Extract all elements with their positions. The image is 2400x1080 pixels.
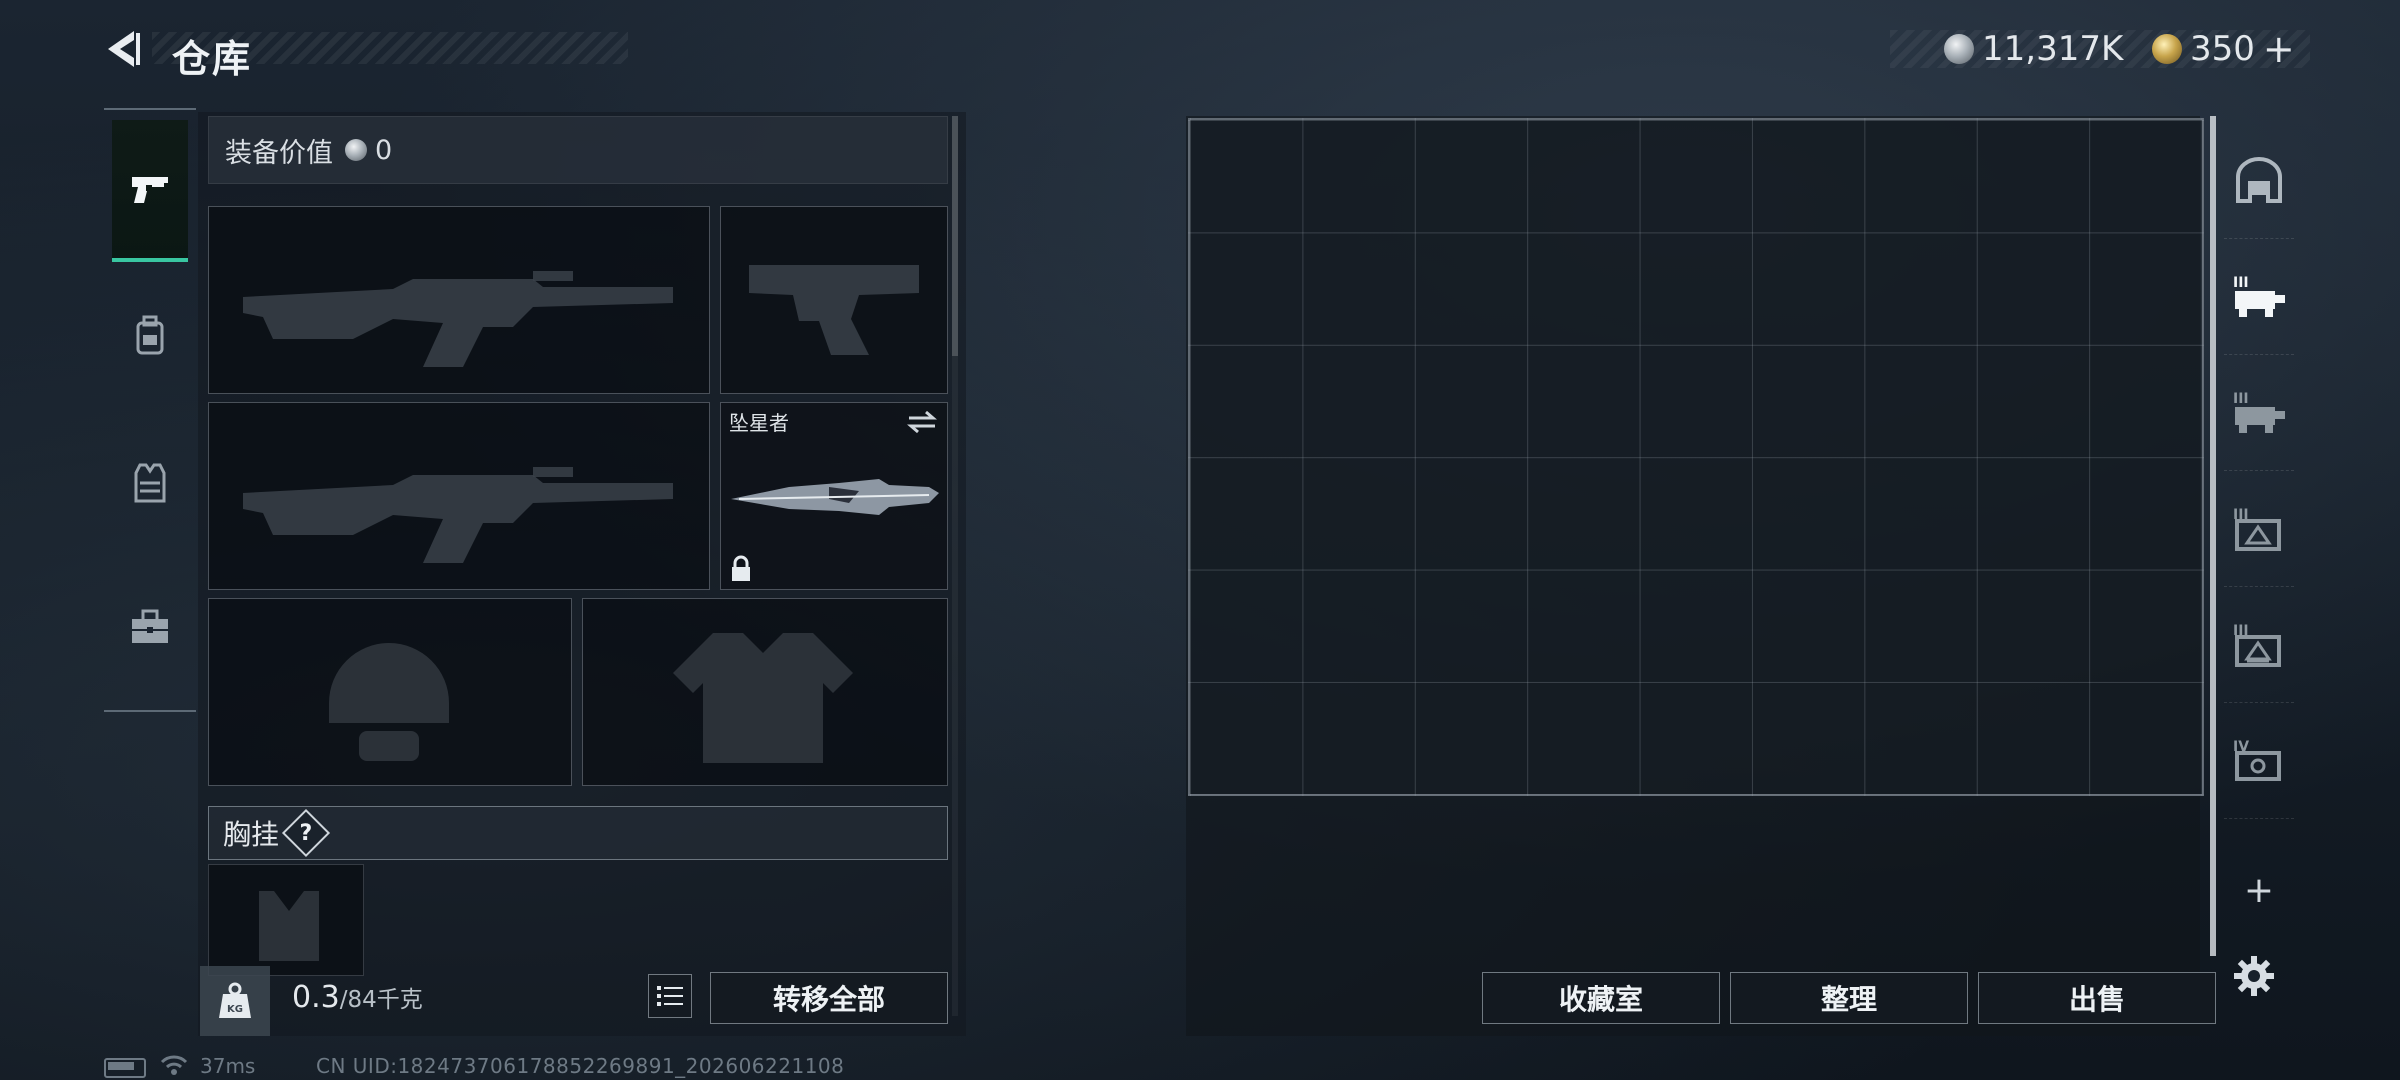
rifle-silhouette-icon [243,271,673,367]
storage-tab-tier4[interactable]: IV [2224,702,2294,819]
status-strip: 37ms CN UID:182473706178852269891_202606… [104,1052,1004,1080]
silver-coin-icon [345,139,367,161]
lock-icon [732,555,750,581]
body-armor-slot[interactable] [582,598,948,786]
gear-icon [2234,956,2274,996]
category-toolbox-tab[interactable] [112,558,188,696]
storage-tier3-a-icon: III [2233,275,2285,317]
add-gold-button[interactable]: + [2263,27,2295,71]
back-button[interactable] [96,26,152,72]
storage-tier4-icon: IV [2233,739,2281,781]
collection-room-button[interactable]: 收藏室 [1482,972,1720,1024]
silver-currency-value: 11,317K [1982,29,2124,69]
storage-tier3-b-icon: III [2233,391,2285,433]
primary-weapon-slot-2[interactable] [208,402,710,590]
category-backpack-tab[interactable] [112,268,188,406]
weight-icon: KG [219,982,251,1018]
storage-tier3-c-icon: III [2233,507,2281,551]
storage-grid[interactable] [1188,118,2204,796]
ping-text: 37ms [200,1054,256,1078]
category-weapons-tab[interactable] [112,120,188,262]
melee-slot[interactable]: 坠星者 [720,402,948,590]
storage-area: 收藏室 整理 出售 [1186,116,2216,1036]
transfer-all-button[interactable]: 转移全部 [710,972,948,1024]
chest-rig-header: 胸挂 ? [208,806,948,860]
silver-currency: 11,317K [1944,29,2124,69]
knife-icon [731,479,939,515]
primary-weapon-slot-1[interactable] [208,206,710,394]
chest-rig-silhouette-icon [259,891,319,961]
battery-icon [104,1058,146,1078]
helmet-silhouette-icon [329,643,449,761]
weight-icon-box: KG [200,966,270,1036]
pistol-silhouette-icon [749,265,919,355]
svg-text:KG: KG [227,1004,243,1015]
carry-weight: 0.3/84千克 [292,980,423,1015]
category-nav [104,108,196,712]
toolbox-icon [132,609,168,643]
chest-rig-slot[interactable] [208,864,364,976]
equipment-bottom-bar: KG 0.3/84千克 转移全部 [198,962,966,1036]
rifle-silhouette-icon [243,467,673,563]
equipment-panel: 装备价值 0 坠星者 胸挂 ? KG 0.3/84千克 转移全部 [198,112,966,1036]
category-vest-tab[interactable] [112,414,188,552]
carry-weight-current: 0.3 [292,980,340,1015]
storage-tier3-d-icon: III [2233,623,2281,667]
nav-divider-bottom [104,710,196,712]
equipment-value-bar: 装备价值 0 [208,116,948,184]
storage-room-icon [2236,157,2282,203]
list-view-button[interactable] [648,974,692,1018]
list-icon [657,986,683,1006]
storage-tabs: III III III III IV + [2210,116,2294,956]
armor-silhouette-icon [673,633,853,763]
equipment-value: 0 [375,134,393,166]
storage-tab-tier3-c[interactable]: III [2224,470,2294,587]
pistol-icon [132,177,168,203]
sidearm-slot[interactable] [720,206,948,394]
uid-text: CN UID:182473706178852269891_20260622110… [316,1054,845,1078]
storage-tabs-indicator [2210,116,2216,956]
title-bar: 仓库 [96,24,628,81]
wifi-icon [160,1055,188,1075]
helmet-slot[interactable] [208,598,572,786]
silver-coin-icon [1944,34,1974,64]
add-storage-tab-button[interactable]: + [2224,862,2294,918]
nav-divider-top [104,108,196,110]
gold-coin-icon [2152,34,2182,64]
svg-text:III: III [2233,275,2249,291]
organize-button[interactable]: 整理 [1730,972,1968,1024]
chest-rig-help-button[interactable]: ? [281,808,331,858]
storage-tab-tier3-b[interactable]: III [2224,354,2294,471]
carry-weight-max: /84千克 [339,987,423,1013]
back-arrow-icon [108,31,140,67]
settings-button[interactable] [2222,948,2286,1004]
melee-item-name: 坠星者 [729,411,789,435]
swap-icon[interactable] [907,409,937,435]
equipment-scrollbar-thumb[interactable] [952,116,958,356]
chest-rig-label: 胸挂 [223,818,280,851]
storage-tab-tier3-d[interactable]: III [2224,586,2294,703]
equipment-scrollbar[interactable] [952,116,958,1016]
storage-tab-room[interactable] [2224,122,2294,239]
backpack-icon [136,315,164,355]
gold-currency[interactable]: 350 + [2152,27,2295,71]
svg-text:III: III [2233,391,2249,407]
currency-bar: 11,317K 350 + [1890,27,2310,71]
page-title: 仓库 [172,37,253,81]
equipment-value-label: 装备价值 [225,137,333,169]
help-icon: ? [299,820,313,846]
vest-icon [134,463,166,503]
gold-currency-value: 350 [2190,29,2255,69]
storage-tab-tier3-a[interactable]: III [2224,238,2294,355]
sell-button[interactable]: 出售 [1978,972,2216,1024]
